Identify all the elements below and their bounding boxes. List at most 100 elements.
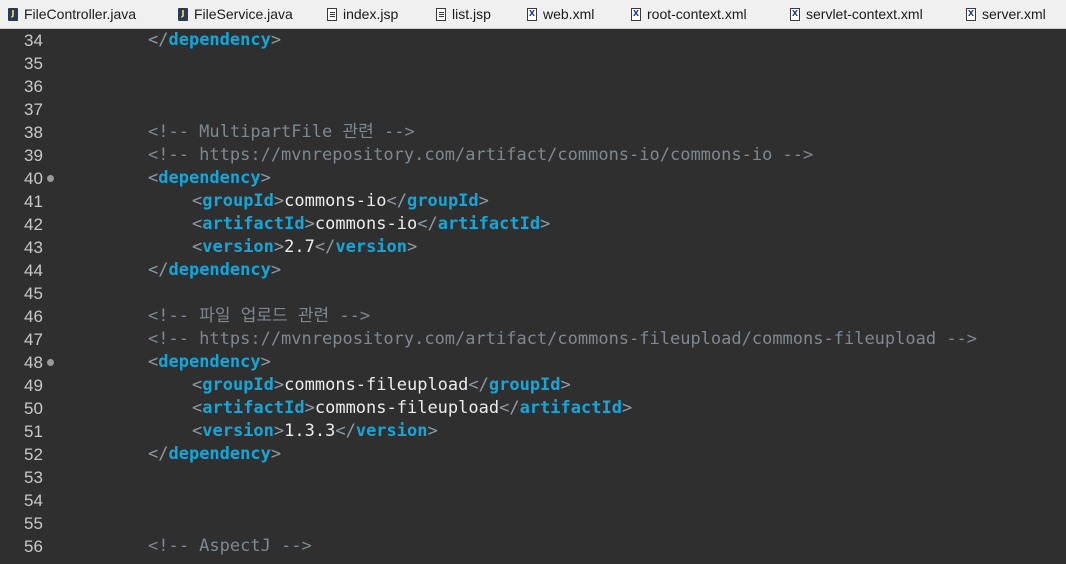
code-line[interactable]: 39 <!-- https://mvnrepository.com/artifac…	[0, 144, 1066, 167]
tag-bracket: </	[314, 237, 336, 257]
tag-bracket: >	[478, 191, 489, 211]
line-number: 44	[24, 261, 43, 280]
tag-bracket: <	[192, 191, 203, 211]
tag-name: dependency	[168, 260, 271, 280]
line-number: 39	[24, 146, 43, 165]
line-number: 52	[24, 445, 43, 464]
code-line[interactable]: 52 </dependency>	[0, 443, 1066, 466]
code-text: <groupId>commons-fileupload</groupId>	[192, 374, 571, 397]
code-line[interactable]: 47 <!-- https://mvnrepository.com/artifac…	[0, 328, 1066, 351]
code-line[interactable]: 34 </dependency>	[0, 29, 1066, 52]
xml-comment: <!-- https://mvnrepository.com/artifact/…	[148, 145, 814, 165]
xml-file-icon: X	[527, 7, 537, 21]
tab-index-jsp[interactable]: index.jsp	[327, 0, 398, 28]
tag-bracket: >	[270, 30, 282, 50]
line-number: 49	[24, 376, 43, 395]
code-line[interactable]: 48 <dependency>	[0, 351, 1066, 374]
xml-comment: <!-- https://mvnrepository.com/artifact/…	[148, 329, 978, 349]
code-line[interactable]: 35	[0, 52, 1066, 75]
line-number: 40	[24, 169, 43, 188]
xml-comment: <!-- MultipartFile 관련 -->	[148, 122, 415, 142]
xml-file-icon: X	[631, 7, 641, 21]
code-line[interactable]: 45	[0, 282, 1066, 305]
tag-bracket: <	[148, 168, 159, 188]
tab-server-xml[interactable]: Xserver.xml	[966, 0, 1046, 28]
code-line[interactable]: 49 <groupId>commons-fileupload</groupId>	[0, 374, 1066, 397]
code-editor[interactable]: 34 </dependency> 35 36 37 38 <!-- MultipartFil…	[0, 29, 1066, 564]
tab-label: index.jsp	[343, 6, 399, 22]
tag-value: commons-io	[314, 214, 418, 234]
tab-servlet-context-xml[interactable]: Xservlet-context.xml	[790, 0, 923, 28]
tag-bracket: <	[148, 352, 159, 372]
tag-name: artifactId	[437, 214, 541, 234]
tab-label: FileController.java	[24, 6, 137, 22]
code-line[interactable]: 54	[0, 489, 1066, 512]
tag-bracket: >	[621, 398, 633, 418]
tag-bracket: >	[273, 421, 285, 441]
tab-label: web.xml	[543, 6, 595, 22]
code-text: </dependency>	[148, 29, 281, 52]
code-text: <!-- AspectJ -->	[148, 535, 312, 558]
code-line[interactable]: 43 <version>2.7</version>	[0, 236, 1066, 259]
xml-file-icon: X	[790, 7, 800, 21]
tag-name: version	[202, 421, 274, 441]
code-line[interactable]: 50 <artifactId>commons-fileupload</artifa…	[0, 397, 1066, 420]
tag-value: commons-fileupload	[284, 375, 469, 395]
fold-toggle-icon[interactable]	[47, 175, 54, 182]
code-line[interactable]: 56 <!-- AspectJ -->	[0, 535, 1066, 558]
tag-bracket: </	[386, 191, 407, 211]
tag-bracket: >	[427, 421, 438, 441]
code-text: <!-- https://mvnrepository.com/artifact/…	[148, 144, 813, 167]
tag-name: version	[202, 237, 274, 257]
tab-label: server.xml	[982, 6, 1046, 22]
line-number: 38	[24, 123, 43, 142]
code-line[interactable]: 36	[0, 75, 1066, 98]
code-text: <version>1.3.3</version>	[192, 420, 438, 443]
fold-toggle-icon[interactable]	[47, 359, 54, 366]
tag-bracket: >	[270, 444, 282, 464]
code-line[interactable]: 44 </dependency>	[0, 259, 1066, 282]
line-number: 53	[24, 468, 43, 487]
tab-filecontroller-java[interactable]: J FileController.java	[8, 0, 136, 28]
tag-bracket: </	[335, 421, 356, 441]
tag-name: artifactId	[202, 214, 305, 234]
jsp-file-icon	[327, 7, 337, 21]
tag-bracket: <	[192, 421, 203, 441]
tab-label: servlet-context.xml	[806, 6, 923, 22]
code-text: <artifactId>commons-fileupload</artifact…	[192, 397, 632, 420]
code-line[interactable]: 37	[0, 98, 1066, 121]
line-number: 45	[24, 284, 43, 303]
code-line[interactable]: 42 <artifactId>commons-io</artifactId>	[0, 213, 1066, 236]
code-line[interactable]: 46 <!-- 파일 업로드 관련 -->	[0, 305, 1066, 328]
xml-comment: <!-- 파일 업로드 관련 -->	[148, 306, 371, 326]
code-line[interactable]: 38 <!-- MultipartFile 관련 -->	[0, 121, 1066, 144]
tab-label: list.jsp	[452, 6, 491, 22]
code-text: <dependency>	[148, 351, 271, 374]
code-line[interactable]: 40 <dependency>	[0, 167, 1066, 190]
code-text: <groupId>commons-io</groupId>	[192, 190, 489, 213]
code-line[interactable]: 51 <version>1.3.3</version>	[0, 420, 1066, 443]
tag-bracket: >	[273, 237, 285, 257]
xml-comment: <!-- AspectJ -->	[148, 536, 312, 556]
line-number: 42	[24, 215, 43, 234]
code-line[interactable]: 41 <groupId>commons-io</groupId>	[0, 190, 1066, 213]
tab-web-xml[interactable]: Xweb.xml	[527, 0, 594, 28]
java-file-icon: J	[178, 7, 188, 21]
line-number: 55	[24, 514, 43, 533]
tab-root-context-xml[interactable]: Xroot-context.xml	[631, 0, 747, 28]
tag-value: 2.7	[284, 237, 315, 257]
code-line[interactable]: 55	[0, 512, 1066, 535]
tag-name: artifactId	[202, 398, 305, 418]
tab-fileservice-java[interactable]: J FileService.java	[178, 0, 293, 28]
code-text: <version>2.7</version>	[192, 236, 417, 259]
tag-bracket: >	[304, 214, 315, 234]
tag-name: groupId	[202, 191, 274, 211]
tab-list-jsp[interactable]: list.jsp	[436, 0, 491, 28]
code-text: <!-- 파일 업로드 관련 -->	[148, 305, 370, 328]
code-text: <!-- MultipartFile 관련 -->	[148, 121, 415, 144]
tag-bracket: >	[273, 191, 285, 211]
code-text: <!-- https://mvnrepository.com/artifact/…	[148, 328, 977, 351]
tab-label: root-context.xml	[647, 6, 747, 22]
line-number: 56	[24, 537, 43, 556]
code-line[interactable]: 53	[0, 466, 1066, 489]
